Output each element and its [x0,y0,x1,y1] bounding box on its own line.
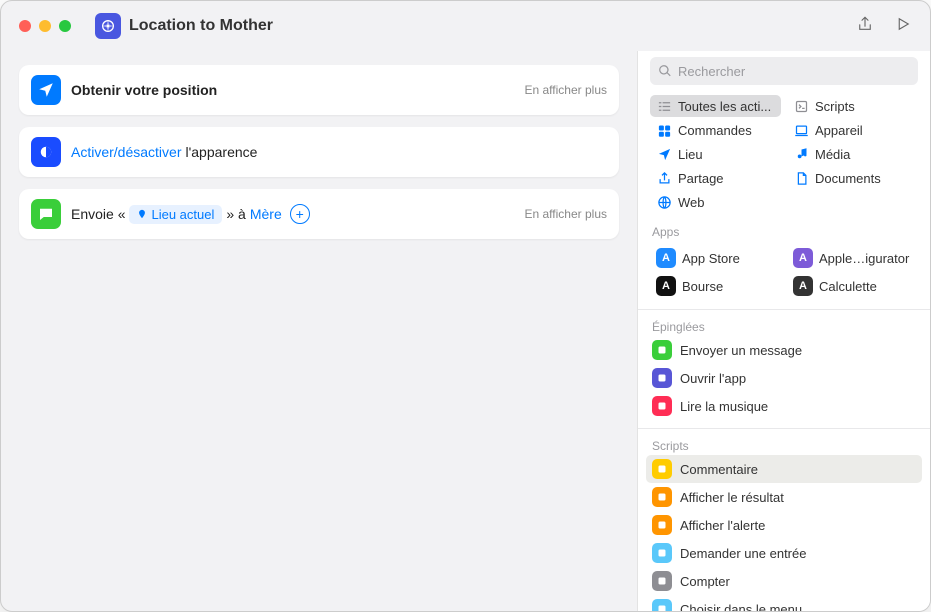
run-icon[interactable] [894,15,912,38]
app-item[interactable]: AApple…igurator [787,245,918,271]
app-icon: A [656,248,676,268]
close-icon[interactable] [19,20,31,32]
action-item-icon [652,459,672,479]
location-pill[interactable]: Lieu actuel [129,205,222,224]
app-item[interactable]: ACalculette [787,273,918,299]
share-icon[interactable] [856,15,874,38]
action-item[interactable]: Demander une entrée [646,539,922,567]
action-item-icon [652,368,672,388]
category-icon [793,98,809,114]
category-lieu[interactable]: Lieu [650,143,781,165]
action-get-location[interactable]: Obtenir votre position En afficher plus [19,65,619,115]
app-item[interactable]: AApp Store [650,245,781,271]
category-grid: Toutes les acti... Scripts Commandes Appare… [638,91,930,219]
minimize-icon[interactable] [39,20,51,32]
show-more-button[interactable]: En afficher plus [525,207,608,221]
category-icon [656,98,672,114]
category-icon [656,122,672,138]
workflow-canvas: Obtenir votre position En afficher plus … [1,51,637,611]
action-token[interactable]: Activer/désactiver [71,144,181,160]
library-sidebar: Toutes les acti... Scripts Commandes Appare… [637,51,930,611]
action-suffix: l'apparence [185,144,257,160]
category-icon [793,122,809,138]
scripts-list: CommentaireAfficher le résultatAfficher … [638,455,930,611]
category-appareil[interactable]: Appareil [787,119,918,141]
category-documents[interactable]: Documents [787,167,918,189]
window-controls [19,20,71,32]
action-item-icon [652,396,672,416]
action-item-icon [652,599,672,611]
add-recipient-button[interactable]: + [290,204,310,224]
category-m-dia[interactable]: Média [787,143,918,165]
category-icon [793,170,809,186]
action-toggle-appearance[interactable]: Activer/désactiver l'apparence [19,127,619,177]
action-item[interactable]: Commentaire [646,455,922,483]
app-window: Location to Mother Obtenir votre positio… [0,0,931,612]
action-item[interactable]: Lire la musique [646,392,922,420]
category-icon [793,146,809,162]
location-icon [31,75,61,105]
app-item[interactable]: ABourse [650,273,781,299]
action-item-icon [652,515,672,535]
action-item[interactable]: Compter [646,567,922,595]
titlebar: Location to Mother [1,1,930,51]
category-icon [656,170,672,186]
page-title: Location to Mother [129,17,273,35]
zoom-icon[interactable] [59,20,71,32]
section-scripts-label: Scripts [638,433,930,455]
action-item-icon [652,487,672,507]
search-input[interactable] [650,57,918,85]
action-label: Obtenir votre position [71,82,217,98]
apps-list: AApp StoreAApple…iguratorABourseACalcule… [638,241,930,305]
category-scripts[interactable]: Scripts [787,95,918,117]
action-prefix: Envoie « [71,206,125,222]
search-field[interactable] [650,57,918,85]
action-item[interactable]: Choisir dans le menu [646,595,922,611]
show-more-button[interactable]: En afficher plus [525,83,608,97]
app-icon: A [793,248,813,268]
section-apps-label: Apps [638,219,930,241]
action-item[interactable]: Envoyer un message [646,336,922,364]
category-toutes-les-acti-[interactable]: Toutes les acti... [650,95,781,117]
action-item[interactable]: Afficher le résultat [646,483,922,511]
category-icon [656,146,672,162]
action-send-message[interactable]: Envoie « Lieu actuel » à Mère + En affic… [19,189,619,239]
section-pinned-label: Épinglées [638,314,930,336]
messages-icon [31,199,61,229]
category-icon [656,194,672,210]
category-commandes[interactable]: Commandes [650,119,781,141]
shortcut-icon [95,13,121,39]
search-icon [658,64,672,78]
appearance-icon [31,137,61,167]
action-item-icon [652,543,672,563]
toolbar-right [856,15,912,38]
action-item[interactable]: Afficher l'alerte [646,511,922,539]
app-icon: A [793,276,813,296]
action-mid: » à [226,206,245,222]
action-item-icon [652,340,672,360]
category-web[interactable]: Web [650,191,781,213]
recipient-token[interactable]: Mère [250,206,282,222]
action-item-icon [652,571,672,591]
app-icon: A [656,276,676,296]
pinned-list: Envoyer un messageOuvrir l'appLire la mu… [638,336,930,420]
category-partage[interactable]: Partage [650,167,781,189]
action-item[interactable]: Ouvrir l'app [646,364,922,392]
